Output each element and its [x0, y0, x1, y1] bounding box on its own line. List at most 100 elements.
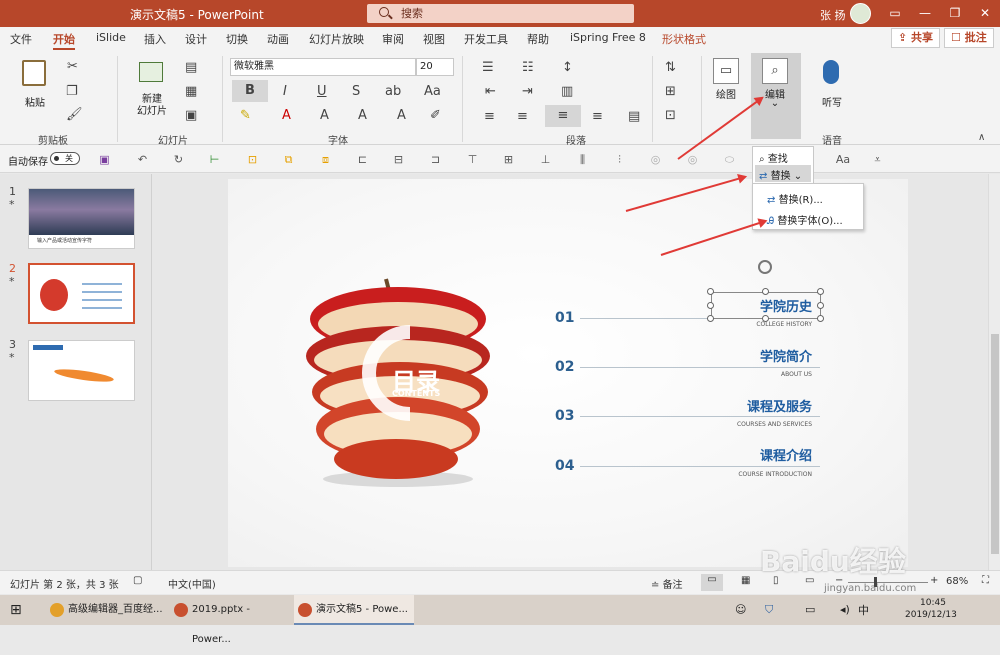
find-item[interactable]: ⌕ 查找 — [759, 150, 788, 165]
align-middle-tool-icon[interactable]: ⊟ — [391, 152, 406, 167]
item-title[interactable]: 课程及服务 — [702, 396, 812, 415]
replace-r-item[interactable]: ⇄ 替换(R)... — [767, 191, 823, 206]
autosave-toggle[interactable]: 关 — [50, 152, 80, 165]
volume-icon[interactable]: ◂) — [840, 603, 850, 616]
distribute-icon[interactable]: ▤ — [628, 109, 640, 124]
customize-qat-icon[interactable]: ⩡ — [870, 152, 885, 167]
search-box[interactable]: 搜索 — [367, 4, 634, 23]
item-title[interactable]: 学院简介 — [716, 346, 812, 365]
microphone-icon[interactable] — [823, 60, 839, 84]
vertical-scrollbar[interactable] — [988, 174, 1000, 570]
text-effects-icon[interactable]: ✐ — [430, 108, 441, 123]
taskbar-item-ppt2[interactable]: 演示文稿5 - Powe... — [294, 595, 414, 625]
tab-help[interactable]: 帮助 — [527, 31, 549, 47]
rotate-handle-icon[interactable] — [758, 260, 772, 274]
tab-shape-format[interactable]: 形状格式 — [662, 31, 706, 47]
editing-search-icon[interactable]: ⌕ — [762, 58, 788, 84]
tab-developer[interactable]: 开发工具 — [464, 31, 508, 47]
save-icon[interactable]: ▣ — [97, 152, 112, 167]
align-left-icon[interactable]: ≡ — [484, 109, 495, 124]
font-color-icon[interactable]: A — [282, 108, 291, 123]
resize-handle[interactable] — [707, 315, 714, 322]
intersect-icon[interactable]: ◎ — [685, 152, 700, 167]
resize-handle[interactable] — [707, 288, 714, 295]
align-right-icon[interactable]: ≡ — [545, 105, 581, 127]
shield-icon[interactable]: ⛉ — [765, 603, 773, 617]
text-direction-icon[interactable]: ⇅ — [665, 60, 676, 75]
tab-design[interactable]: 设计 — [185, 31, 207, 47]
new-slide-icon[interactable] — [139, 62, 163, 82]
tab-ispring[interactable]: iSpring Free 8 — [570, 31, 646, 44]
change-case-qat-icon[interactable]: Aa — [832, 152, 854, 167]
resize-handle[interactable] — [762, 315, 769, 322]
taskbar-item-ppt1[interactable]: 2019.pptx - Power... — [170, 595, 290, 645]
scrollbar-thumb[interactable] — [991, 334, 999, 554]
item-title[interactable]: 课程介绍 — [716, 445, 812, 464]
resize-handle[interactable] — [762, 288, 769, 295]
minimize-icon[interactable]: — — [910, 0, 940, 27]
align-left-tool-icon[interactable]: ⊏ — [355, 152, 370, 167]
slide-sorter-icon[interactable]: ▦ — [741, 575, 750, 586]
tray-icon[interactable]: ☺ — [735, 603, 746, 616]
normal-view-icon[interactable]: ▭ — [701, 574, 723, 591]
tab-animations[interactable]: 动画 — [267, 31, 289, 47]
bullets-icon[interactable]: ☰ — [482, 60, 494, 75]
tab-slideshow[interactable]: 幻灯片放映 — [309, 31, 364, 47]
collapse-ribbon-icon[interactable]: ∧ — [978, 132, 985, 143]
slide-thumbnail-3[interactable] — [28, 340, 135, 401]
format-painter-icon[interactable]: 🖌 — [66, 107, 83, 122]
taskbar-item-chrome[interactable]: 高级编辑器_百度经... — [46, 595, 166, 625]
change-case-icon[interactable]: Aa — [424, 84, 441, 99]
resize-handle[interactable] — [817, 302, 824, 309]
network-icon[interactable]: ▭ — [805, 603, 815, 616]
zoom-in-icon[interactable]: + — [930, 575, 938, 586]
justify-icon[interactable]: ≡ — [592, 109, 603, 124]
windows-start-icon[interactable]: ⊞ — [10, 602, 22, 618]
align-bottom-tool-icon[interactable]: ⊥ — [538, 152, 553, 167]
resize-handle[interactable] — [817, 315, 824, 322]
distribute-v-tool-icon[interactable]: ⫶ — [612, 152, 627, 167]
cut-icon[interactable]: ✂ — [67, 59, 78, 74]
ribbon-display-icon[interactable]: ▭ — [880, 0, 910, 27]
grow-font-icon[interactable]: A — [320, 108, 329, 123]
paste-label[interactable]: 粘贴 — [20, 94, 50, 109]
tab-islide[interactable]: iSlide — [96, 31, 126, 44]
spacing-icon[interactable]: ab — [385, 84, 401, 99]
merge-shapes-icon[interactable]: ◎ — [648, 152, 663, 167]
align-center-tool-icon[interactable]: ⊞ — [501, 152, 516, 167]
ime-indicator[interactable]: 中 — [858, 602, 869, 618]
align-top-tool-icon[interactable]: ⊤ — [465, 152, 480, 167]
comment-button[interactable]: ☐ 批注 — [944, 28, 994, 48]
align-right-tool-icon[interactable]: ⊐ — [428, 152, 443, 167]
distribute-h-tool-icon[interactable]: ⫼ — [575, 152, 590, 167]
paste-icon[interactable] — [22, 60, 46, 86]
layout-icon[interactable]: ▤ — [185, 60, 197, 75]
align-tool-icon[interactable]: ⊢ — [207, 152, 222, 167]
font-size-field[interactable]: 20 — [416, 58, 454, 76]
align-text-icon[interactable]: ⊞ — [665, 84, 676, 99]
share-button[interactable]: ⇪ 共享 — [891, 28, 941, 48]
align-center-icon[interactable]: ≡ — [517, 109, 528, 124]
highlight-icon[interactable]: ✎ — [240, 108, 251, 123]
tab-insert[interactable]: 插入 — [144, 31, 166, 47]
drawing-label[interactable]: 绘图 — [712, 86, 740, 101]
close-icon[interactable]: ✕ — [970, 0, 1000, 27]
tab-transitions[interactable]: 切换 — [226, 31, 248, 47]
notes-button[interactable]: ≐ 备注 — [651, 576, 683, 591]
decrease-indent-icon[interactable]: ⇤ — [485, 84, 496, 99]
tab-review[interactable]: 审阅 — [382, 31, 404, 47]
replace-font-item[interactable]: Ꭿ 替换字体(O)... — [767, 212, 843, 227]
font-name-field[interactable]: 微软雅黑 — [230, 58, 416, 76]
line-spacing-icon[interactable]: ↕ — [562, 60, 573, 75]
italic-button[interactable]: I — [283, 84, 287, 99]
tab-file[interactable]: 文件 — [10, 31, 32, 47]
restore-icon[interactable]: ❐ — [940, 0, 970, 27]
underline-button[interactable]: U — [317, 84, 327, 99]
group-icon[interactable]: ⧉ — [281, 152, 296, 167]
clock-date[interactable]: 2019/12/13 — [905, 610, 957, 620]
resize-handle[interactable] — [707, 302, 714, 309]
shrink-font-icon[interactable]: A — [358, 108, 367, 123]
tab-view[interactable]: 视图 — [423, 31, 445, 47]
slide-thumbnail-1[interactable]: 输入产品或活动宣传字符 — [28, 188, 135, 249]
columns-icon[interactable]: ▥ — [561, 84, 573, 99]
